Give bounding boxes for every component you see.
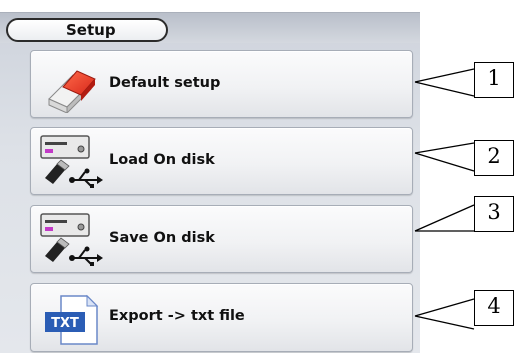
txt-file-icon: TXT bbox=[39, 290, 105, 346]
callout-4-number: 4 bbox=[487, 294, 501, 318]
callout-4: 4 bbox=[474, 290, 514, 326]
tab-setup-label: Setup bbox=[66, 21, 116, 39]
load-on-disk-button[interactable]: Load On disk bbox=[30, 127, 413, 195]
callout-2-number: 2 bbox=[487, 144, 501, 168]
callout-1: 1 bbox=[474, 62, 514, 98]
callout-3: 3 bbox=[474, 196, 514, 232]
save-on-disk-label: Save On disk bbox=[109, 230, 215, 246]
save-on-disk-button[interactable]: Save On disk bbox=[30, 205, 413, 273]
default-setup-label: Default setup bbox=[109, 75, 221, 91]
callout-1-number: 1 bbox=[487, 66, 501, 90]
export-txt-file-button[interactable]: TXT Export -> txt file bbox=[30, 283, 413, 352]
tab-setup[interactable]: Setup bbox=[6, 18, 168, 42]
eraser-icon bbox=[39, 57, 105, 115]
disk-usb-icon bbox=[39, 212, 105, 268]
export-txt-file-label: Export -> txt file bbox=[109, 308, 245, 324]
callout-2: 2 bbox=[474, 140, 514, 176]
disk-usb-icon bbox=[39, 134, 105, 190]
load-on-disk-label: Load On disk bbox=[109, 152, 215, 168]
default-setup-button[interactable]: Default setup bbox=[30, 50, 413, 118]
txt-icon-text: TXT bbox=[51, 316, 79, 331]
callout-3-number: 3 bbox=[487, 200, 501, 224]
